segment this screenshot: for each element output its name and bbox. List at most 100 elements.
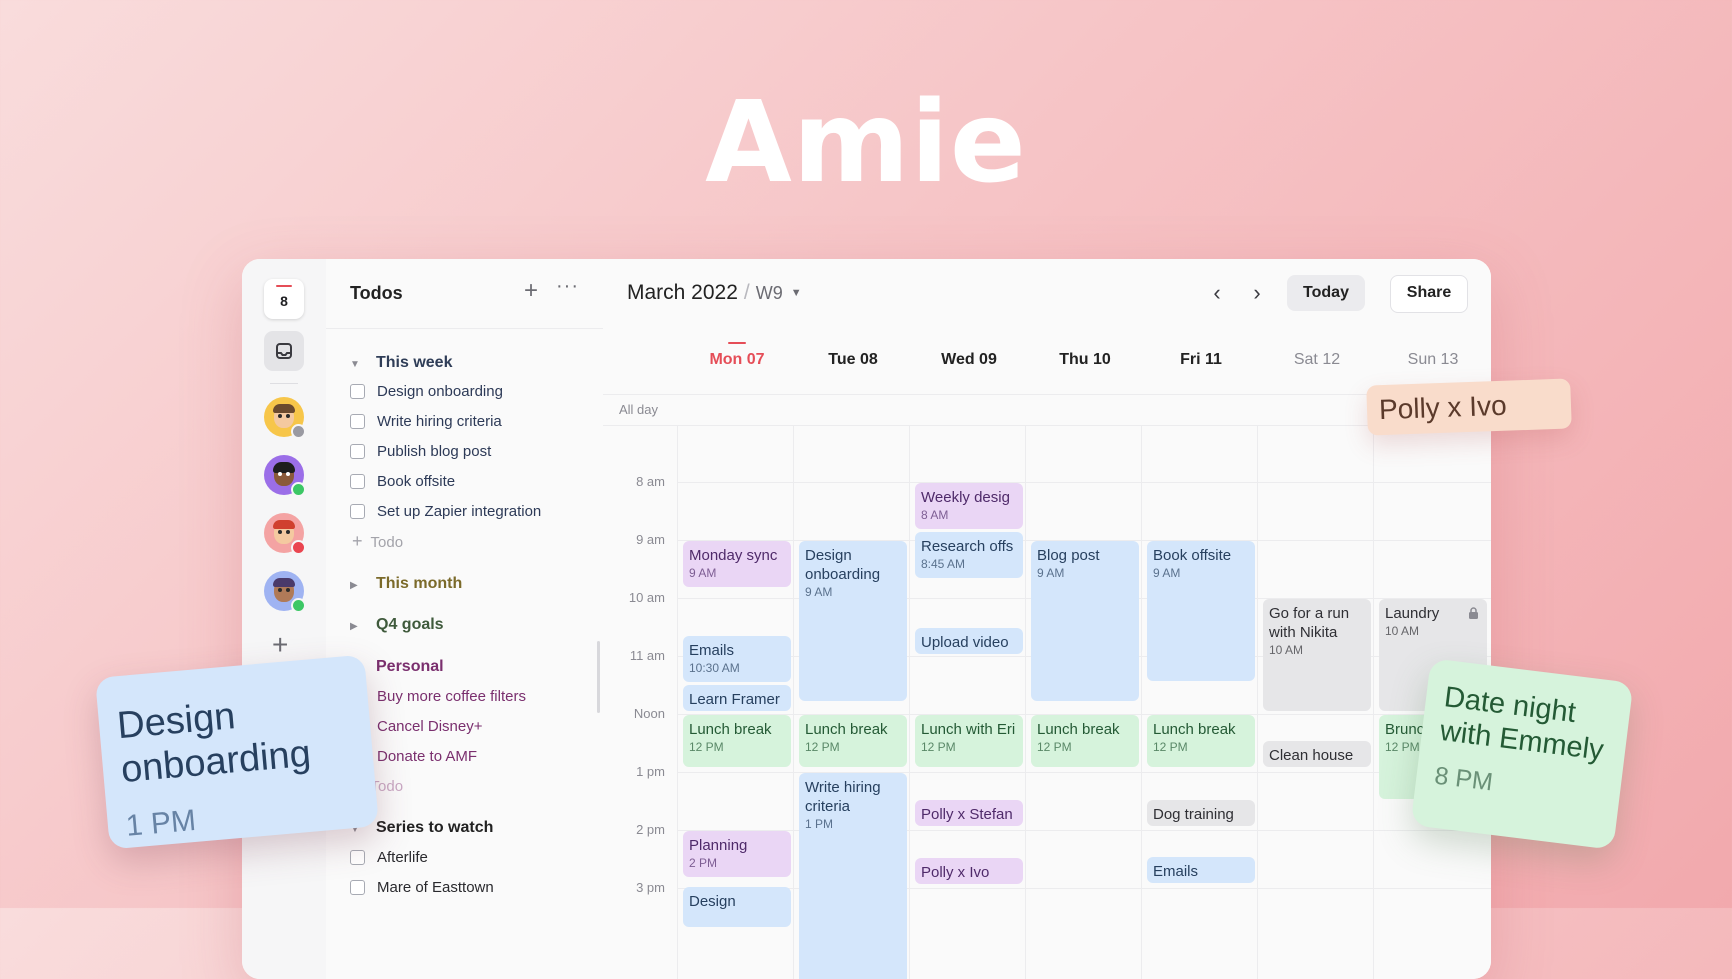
event-book-offsite[interactable]: Book offsite 9 AM — [1147, 541, 1255, 681]
day-header-sun[interactable]: Sun 13 — [1375, 351, 1491, 369]
event-polly-stefan[interactable]: Polly x Stefan — [915, 800, 1023, 826]
event-dog-training[interactable]: Dog training — [1147, 800, 1255, 826]
todo-item[interactable]: Buy more coffee filters — [350, 688, 526, 705]
event-lunch-mon[interactable]: Lunch break 12 PM — [683, 715, 791, 767]
chevron-left-icon: ‹ — [1213, 280, 1221, 305]
todo-item[interactable]: Mare of Easttown — [350, 879, 494, 896]
month-title: March 2022 — [627, 281, 738, 304]
avatar-3[interactable] — [264, 513, 306, 555]
event-weekly-design[interactable]: Weekly desig 8 AM — [915, 483, 1023, 529]
prev-week-button[interactable]: ‹ — [1203, 279, 1231, 309]
section-this-month[interactable]: ▶ This month — [350, 575, 462, 593]
event-blog-post[interactable]: Blog post 9 AM — [1031, 541, 1139, 701]
time-label: 8 am — [636, 474, 665, 489]
calendar-day-number: 8 — [280, 293, 288, 309]
event-lunch-fri[interactable]: Lunch break 12 PM — [1147, 715, 1255, 767]
checkbox[interactable] — [350, 880, 365, 895]
event-lunch-wed[interactable]: Lunch with Eri 12 PM — [915, 715, 1023, 767]
more-icon[interactable]: ··· — [556, 275, 579, 298]
event-clean-house[interactable]: Clean house — [1263, 741, 1371, 767]
time-label: Noon — [633, 706, 665, 721]
share-button[interactable]: Share — [1390, 275, 1468, 313]
dragging-event-date-night[interactable]: Date night with Emmely 8 PM — [1410, 658, 1634, 850]
todo-item[interactable]: Publish blog post — [350, 443, 491, 460]
todo-item[interactable]: Design onboarding — [350, 383, 503, 400]
plus-icon: + — [352, 531, 363, 551]
lock-icon — [1469, 607, 1478, 619]
rail-divider — [270, 383, 298, 384]
checkbox[interactable] — [350, 384, 365, 399]
checkbox[interactable] — [350, 444, 365, 459]
time-label: 11 am — [629, 648, 665, 663]
checkbox[interactable] — [350, 414, 365, 429]
todos-panel: Todos + ··· ▼ This week Design onboarding… — [326, 259, 604, 979]
day-header-fri[interactable]: Fri 11 — [1143, 351, 1259, 369]
event-lunch-thu[interactable]: Lunch break 12 PM — [1031, 715, 1139, 767]
add-icon[interactable]: + — [272, 631, 288, 659]
all-day-label: All day — [619, 402, 659, 417]
day-header-thu[interactable]: Thu 10 — [1027, 351, 1143, 369]
checkbox[interactable] — [350, 474, 365, 489]
left-rail: 8 + — [242, 259, 327, 979]
checkbox[interactable] — [350, 504, 365, 519]
chevron-down-icon[interactable]: ▼ — [791, 287, 802, 299]
event-emails-fri[interactable]: Emails — [1147, 857, 1255, 883]
day-header-sat[interactable]: Sat 12 — [1259, 351, 1375, 369]
hero-title: Amie — [705, 78, 1027, 208]
event-upload-video[interactable]: Upload video — [915, 628, 1023, 654]
section-q4-goals[interactable]: ▶ Q4 goals — [350, 616, 444, 634]
avatar-1[interactable] — [264, 397, 306, 439]
time-label: 2 pm — [636, 822, 665, 837]
chevron-right-icon: ▶ — [350, 580, 358, 591]
status-online-dot — [291, 598, 306, 613]
event-polly-ivo[interactable]: Polly x Ivo — [915, 858, 1023, 884]
day-header-mon[interactable]: Mon 07 — [679, 351, 795, 369]
todos-scrollbar[interactable] — [597, 641, 600, 713]
event-run[interactable]: Go for a run with Nikita 10 AM — [1263, 599, 1371, 711]
event-planning[interactable]: Planning 2 PM — [683, 831, 791, 877]
dragging-event-design-onboarding[interactable]: Design onboarding 1 PM — [95, 654, 379, 850]
add-todo-row[interactable]: +Todo — [352, 531, 403, 552]
calendar-app-button[interactable]: 8 — [264, 279, 304, 319]
event-lunch-tue[interactable]: Lunch break 12 PM — [799, 715, 907, 767]
status-away-dot — [291, 424, 306, 439]
event-monday-sync[interactable]: Monday sync 9 AM — [683, 541, 791, 587]
section-this-week[interactable]: ▼ This week — [350, 354, 452, 372]
chevron-down-icon: ▼ — [350, 359, 360, 370]
inbox-button[interactable] — [264, 331, 304, 371]
event-design-onboarding[interactable]: Design onboarding 9 AM — [799, 541, 907, 701]
time-label: 9 am — [636, 532, 665, 547]
next-week-button[interactable]: › — [1243, 279, 1271, 309]
todo-item[interactable]: Write hiring criteria — [350, 413, 502, 430]
time-label: 10 am — [628, 590, 665, 605]
week-selector[interactable]: W9 — [756, 283, 783, 303]
todos-title: Todos — [350, 283, 403, 303]
status-busy-dot — [291, 540, 306, 555]
avatar-2[interactable] — [264, 455, 306, 497]
add-todo-icon[interactable]: + — [524, 277, 538, 305]
time-label: 1 pm — [636, 764, 665, 779]
event-learn-framer[interactable]: Learn Framer — [683, 685, 791, 711]
event-emails-mon[interactable]: Emails 10:30 AM — [683, 636, 791, 682]
day-header-tue[interactable]: Tue 08 — [795, 351, 911, 369]
calendar-icon — [276, 285, 292, 287]
todo-item[interactable]: Book offsite — [350, 473, 455, 490]
checkbox[interactable] — [350, 850, 365, 865]
inbox-icon — [276, 343, 292, 359]
today-button[interactable]: Today — [1287, 275, 1365, 311]
all-day-row[interactable] — [603, 394, 1491, 426]
chevron-right-icon: › — [1253, 280, 1261, 305]
status-online-dot — [291, 482, 306, 497]
day-header-wed[interactable]: Wed 09 — [911, 351, 1027, 369]
todo-item[interactable]: Afterlife — [350, 849, 428, 866]
event-design-mon[interactable]: Design — [683, 887, 791, 927]
dragging-event-polly-ivo[interactable]: Polly x Ivo — [1366, 378, 1572, 436]
chevron-right-icon: ▶ — [350, 621, 358, 632]
calendar-header: March 2022/W9 ▼ — [627, 281, 802, 304]
todo-item[interactable]: Set up Zapier integration — [350, 503, 541, 520]
avatar-4[interactable] — [264, 571, 306, 613]
event-write-hiring[interactable]: Write hiring criteria 1 PM — [799, 773, 907, 979]
event-research[interactable]: Research offs 8:45 AM — [915, 532, 1023, 578]
time-label: 3 pm — [636, 880, 665, 895]
calendar-view: March 2022/W9 ▼ ‹ › Today Share Mon 07 Tu… — [603, 259, 1491, 979]
